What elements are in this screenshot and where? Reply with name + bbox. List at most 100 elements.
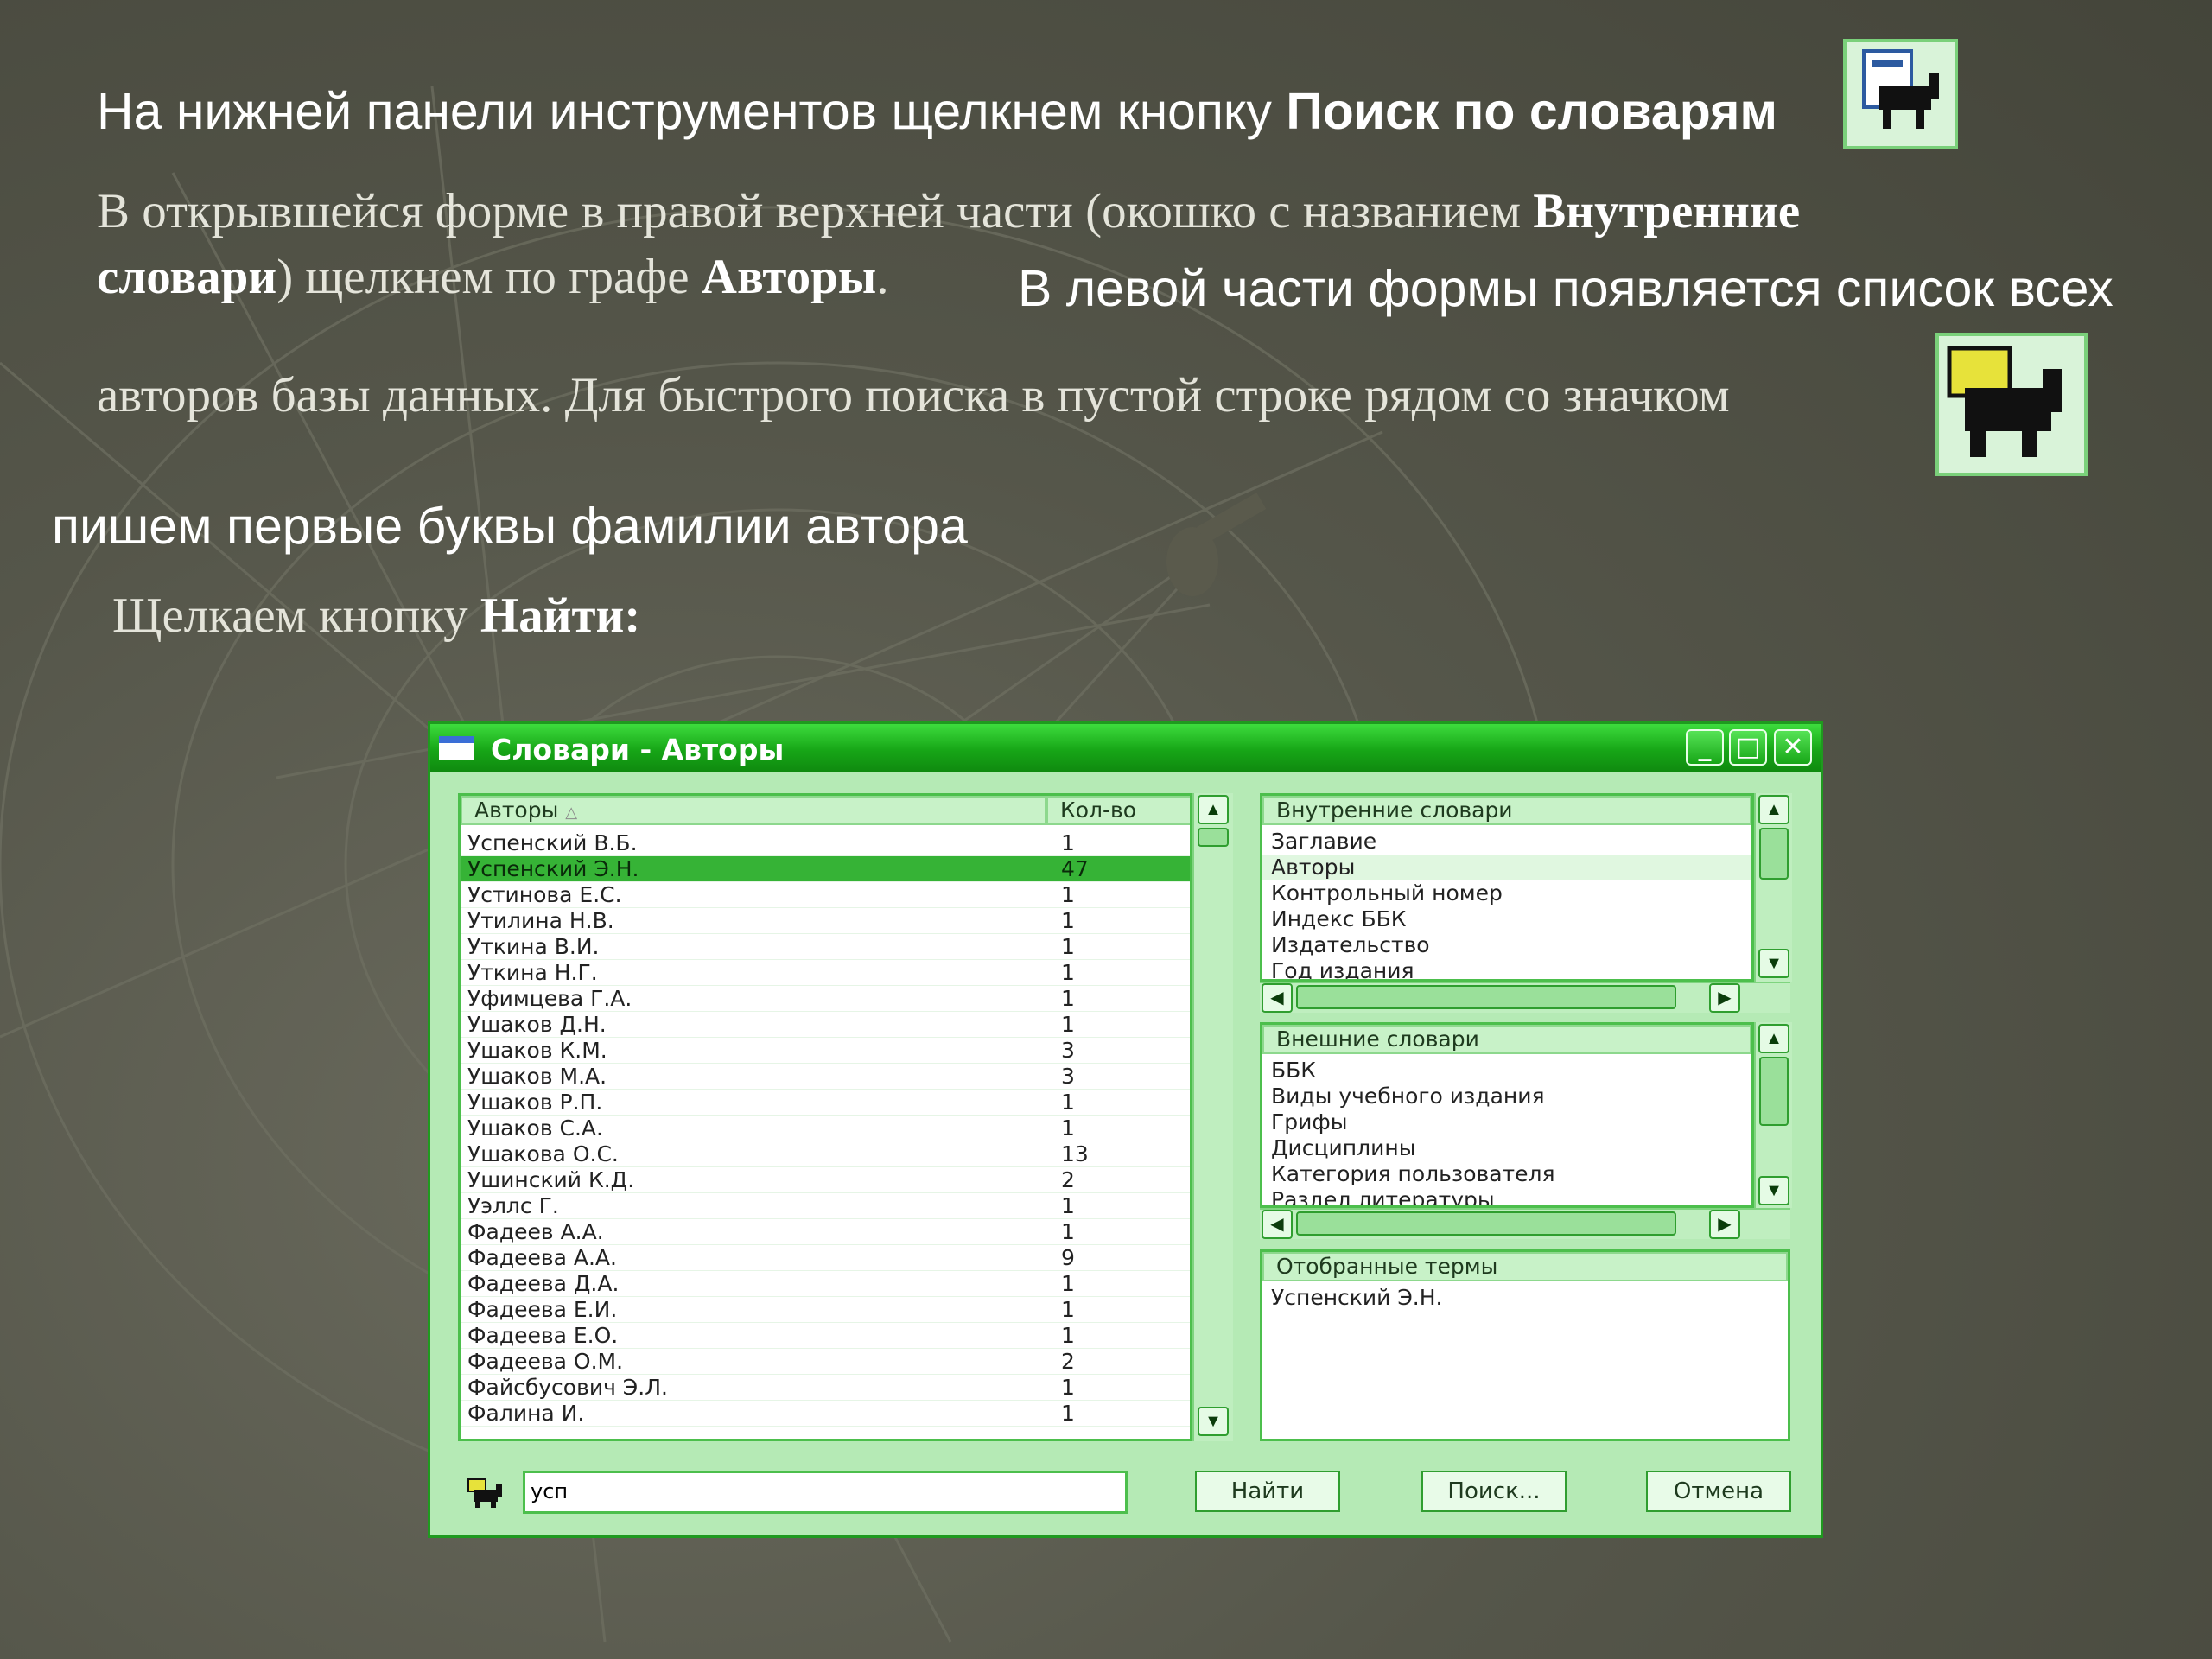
line2-normal: В открывшейся форме в правой верхней час…: [97, 184, 1534, 238]
list-item[interactable]: Заглавие: [1271, 829, 1376, 855]
table-row[interactable]: Успенский Э.Н. 47: [461, 856, 1190, 882]
author-name: Ушаков С.А.: [467, 1116, 603, 1141]
window-icon: [439, 736, 474, 760]
external-horizontal-scrollbar[interactable]: ◀ ▶: [1260, 1208, 1790, 1239]
scroll-thumb[interactable]: [1296, 985, 1676, 1009]
line2-bold: Внутренние: [1533, 184, 1801, 238]
table-row[interactable]: Ушаков М.А. 3: [461, 1064, 1190, 1090]
authors-list[interactable]: Авторы △ Кол-во Успенский В.Б. 1 Успенский…: [458, 793, 1192, 1441]
table-row[interactable]: Устинова Е.С. 1: [461, 882, 1190, 908]
list-item[interactable]: Категория пользователя: [1271, 1161, 1555, 1187]
author-count: 9: [1061, 1245, 1075, 1270]
count-column-header[interactable]: Кол-во: [1046, 796, 1190, 825]
table-row[interactable]: Ушаков С.А. 1: [461, 1116, 1190, 1141]
scroll-left-icon[interactable]: ◀: [1262, 1210, 1293, 1239]
authors-column-header[interactable]: Авторы △: [461, 796, 1046, 825]
table-row[interactable]: Фадеев А.А. 1: [461, 1219, 1190, 1245]
list-item[interactable]: ББК: [1271, 1058, 1316, 1084]
table-row[interactable]: Уфимцева Г.А. 1: [461, 986, 1190, 1012]
author-name: Ушинский К.Д.: [467, 1167, 635, 1192]
find-button[interactable]: Найти: [1195, 1471, 1340, 1512]
table-row[interactable]: Успенский В.Б. 1: [461, 830, 1190, 856]
table-row[interactable]: Фадеева Е.И. 1: [461, 1297, 1190, 1323]
author-name: Фадеева Е.И.: [467, 1297, 618, 1322]
list-item[interactable]: Успенский Э.Н.: [1271, 1285, 1443, 1311]
table-row[interactable]: Ушакова О.С. 13: [461, 1141, 1190, 1167]
table-row[interactable]: Утилина Н.В. 1: [461, 908, 1190, 934]
internal-vertical-scrollbar[interactable]: ▲ ▼: [1754, 793, 1792, 982]
list-item[interactable]: Грифы: [1271, 1109, 1347, 1135]
list-item[interactable]: Раздел литературы: [1271, 1187, 1495, 1205]
slide-line-6: Щелкаем кнопку Найти:: [112, 588, 640, 644]
search-icon-sample: [1936, 333, 2088, 476]
list-item[interactable]: Индекс ББК: [1271, 906, 1407, 932]
internal-dictionaries[interactable]: Внутренние словари Заглавие Авторы Контрол…: [1260, 793, 1754, 982]
search-input[interactable]: усп: [523, 1471, 1128, 1514]
line6-normal: Щелкаем кнопку: [112, 588, 480, 643]
search-button[interactable]: Поиск...: [1421, 1471, 1567, 1512]
author-count: 1: [1061, 1323, 1075, 1348]
internal-horizontal-scrollbar[interactable]: ◀ ▶: [1260, 982, 1790, 1013]
window-title: Словари - Авторы: [491, 733, 785, 766]
line3-bold1: словари: [97, 250, 277, 304]
table-row[interactable]: Фадеева О.М. 2: [461, 1349, 1190, 1375]
author-count: 47: [1061, 856, 1089, 881]
scroll-up-icon[interactable]: ▲: [1758, 1024, 1789, 1053]
selected-terms[interactable]: Отобранные термы Успенский Э.Н.: [1260, 1249, 1790, 1441]
scroll-right-icon[interactable]: ▶: [1709, 1210, 1740, 1239]
list-item[interactable]: Авторы: [1262, 855, 1751, 880]
list-item[interactable]: Год издания: [1271, 958, 1414, 979]
scroll-down-icon[interactable]: ▼: [1758, 1176, 1789, 1205]
author-count: 3: [1061, 1038, 1075, 1063]
maximize-button[interactable]: □: [1729, 729, 1767, 766]
table-row[interactable]: Ушаков Д.Н. 1: [461, 1012, 1190, 1038]
table-row[interactable]: Уткина В.И. 1: [461, 934, 1190, 960]
author-name: Файсбусович Э.Л.: [467, 1375, 668, 1400]
table-row[interactable]: Ушаков Р.П. 1: [461, 1090, 1190, 1116]
author-count: 1: [1061, 1375, 1075, 1400]
table-row[interactable]: Ушаков К.М. 3: [461, 1038, 1190, 1064]
external-dictionaries[interactable]: Внешние словари ББК Виды учебного издания…: [1260, 1022, 1754, 1208]
scroll-up-icon[interactable]: ▲: [1758, 795, 1789, 824]
author-count: 1: [1061, 1090, 1075, 1115]
authors-vertical-scrollbar[interactable]: ▲ ▼: [1192, 793, 1233, 1441]
table-row[interactable]: Уткина Н.Г. 1: [461, 960, 1190, 986]
scroll-down-icon[interactable]: ▼: [1758, 949, 1789, 978]
line3-part3: .: [876, 250, 889, 304]
slide-line-4: авторов базы данных. Для быстрого поиска…: [97, 368, 1730, 423]
slide-line-5: пишем первые буквы фамилии автора: [52, 498, 968, 555]
cancel-button[interactable]: Отмена: [1646, 1471, 1791, 1512]
window-titlebar[interactable]: Словари - Авторы _ □ ✕: [430, 724, 1821, 772]
dictionary-search-icon: [1843, 39, 1958, 149]
table-row[interactable]: Фадеева А.А. 9: [461, 1245, 1190, 1271]
list-item[interactable]: Контрольный номер: [1271, 880, 1503, 906]
minimize-button[interactable]: _: [1686, 729, 1724, 766]
scroll-thumb[interactable]: [1296, 1211, 1676, 1236]
list-item[interactable]: Дисциплины: [1271, 1135, 1415, 1161]
table-row[interactable]: Ушинский К.Д. 2: [461, 1167, 1190, 1193]
search-icon: [467, 1478, 505, 1509]
external-vertical-scrollbar[interactable]: ▲ ▼: [1754, 1022, 1792, 1208]
scroll-down-icon[interactable]: ▼: [1198, 1407, 1229, 1436]
table-row[interactable]: Уэллс Г. 1: [461, 1193, 1190, 1219]
scroll-thumb[interactable]: [1198, 828, 1229, 847]
author-name: Фалина И.: [467, 1401, 585, 1426]
close-button[interactable]: ✕: [1774, 729, 1812, 766]
scroll-up-icon[interactable]: ▲: [1198, 795, 1229, 824]
author-name: Фадеева Д.А.: [467, 1271, 620, 1296]
scroll-thumb[interactable]: [1759, 1057, 1789, 1126]
author-count: 1: [1061, 908, 1075, 933]
author-name: Фадеева Е.О.: [467, 1323, 619, 1348]
scroll-thumb[interactable]: [1759, 828, 1789, 880]
scroll-right-icon[interactable]: ▶: [1709, 983, 1740, 1013]
list-item[interactable]: Виды учебного издания: [1271, 1084, 1545, 1109]
table-row[interactable]: Фадеева Д.А. 1: [461, 1271, 1190, 1297]
table-row[interactable]: Файсбусович Э.Л. 1: [461, 1375, 1190, 1401]
scroll-left-icon[interactable]: ◀: [1262, 983, 1293, 1013]
table-row[interactable]: Фалина И. 1: [461, 1401, 1190, 1427]
slide-line-1: На нижней панели инструментов щелкнем кн…: [97, 82, 1777, 141]
author-name: Устинова Е.С.: [467, 882, 622, 907]
table-row[interactable]: Фадеева Е.О. 1: [461, 1323, 1190, 1349]
author-count: 3: [1061, 1064, 1075, 1089]
list-item[interactable]: Издательство: [1271, 932, 1430, 958]
